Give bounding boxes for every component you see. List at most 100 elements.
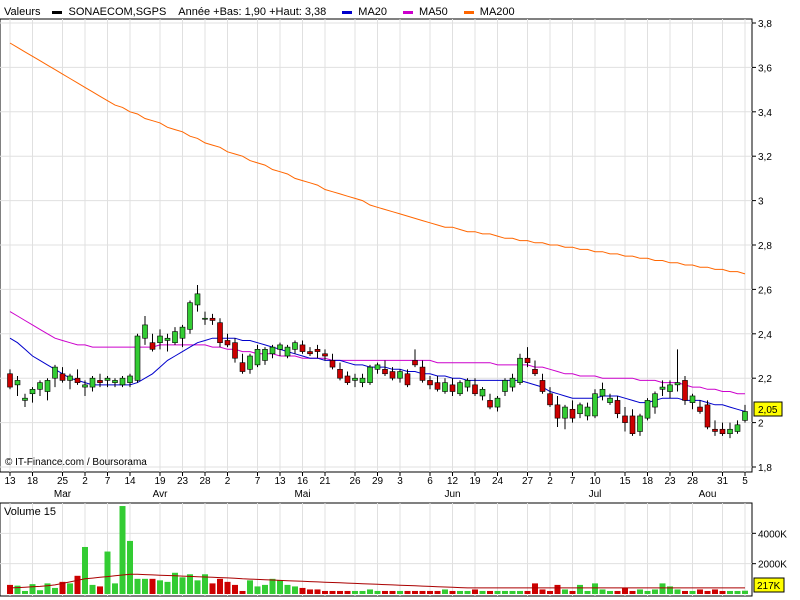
volume-bar: [7, 584, 13, 594]
candle-body: [232, 342, 238, 359]
last-price-marker: 2,05: [753, 401, 783, 417]
x-tick-label: 16: [297, 476, 309, 487]
volume-bar: [314, 589, 321, 594]
candle-body: [539, 380, 546, 392]
volume-bar: [134, 578, 141, 594]
volume-bar: [539, 589, 546, 594]
candle-body: [442, 382, 448, 392]
volume-bar: [14, 585, 21, 594]
candle-body: [472, 384, 478, 395]
candle-body: [104, 377, 111, 381]
candle-body: [277, 344, 283, 350]
candle-body: [37, 382, 43, 390]
volume-bar: [494, 590, 501, 594]
candle-body: [22, 397, 28, 401]
candle-body: [7, 373, 13, 388]
volume-bar: [269, 578, 276, 594]
volume-bar: [367, 589, 373, 594]
volume-bar: [337, 590, 343, 594]
month-label: Aou: [699, 489, 717, 500]
candle-body: [329, 360, 336, 368]
candle-body: [704, 404, 711, 428]
candle-body: [494, 397, 501, 408]
volume-bar: [284, 584, 291, 594]
x-tick-label: 3: [397, 476, 403, 487]
volume-bar: [209, 583, 216, 594]
volume-bar: [217, 578, 223, 594]
volume-bar: [142, 578, 148, 594]
x-tick-label: 12: [447, 476, 459, 487]
volume-bar: [547, 590, 553, 594]
price-y-tick-label: 2,2: [758, 374, 772, 385]
candle-body: [734, 424, 741, 432]
volume-last-label: 217K: [757, 581, 781, 592]
volume-bar: [674, 589, 681, 594]
x-tick-label: 18: [27, 476, 39, 487]
volume-bar: [599, 589, 606, 594]
candle-body: [172, 331, 178, 343]
candle-body: [599, 388, 606, 397]
volume-bar: [262, 584, 268, 594]
volume-bar: [622, 587, 628, 594]
volume-bar: [359, 590, 366, 594]
x-tick-label: 5: [742, 476, 748, 487]
month-label: Mai: [294, 489, 310, 500]
x-tick-label: 19: [469, 476, 481, 487]
x-tick-label: 2: [547, 476, 553, 487]
x-tick-label: 28: [199, 476, 211, 487]
candle-body: [637, 415, 643, 432]
volume-bar: [457, 590, 463, 594]
volume-bar: [517, 590, 523, 594]
candle-body: [449, 384, 456, 392]
volume-bar: [644, 590, 651, 594]
candle-body: [82, 384, 88, 388]
candle-body: [224, 340, 231, 346]
volume-bar: [299, 587, 306, 594]
candle-body: [359, 377, 366, 383]
x-tick-label: 14: [124, 476, 136, 487]
candle-body: [112, 380, 118, 383]
volume-bar: [562, 589, 568, 594]
candle-body: [179, 326, 186, 339]
volume-bar: [697, 589, 703, 594]
volume-bar: [727, 590, 733, 594]
candle-body: [97, 380, 103, 383]
x-axis: 13 18 25 2 7 14 19 23 28 2 7 13 16 21 26 29 3 6 12 19 24 27 2 7…: [4, 472, 748, 500]
price-y-tick-label: 2,8: [758, 241, 772, 252]
candle-body: [164, 337, 171, 341]
volume-bar: [442, 589, 448, 594]
volume-bar: [659, 583, 666, 594]
candle-body: [194, 293, 201, 306]
volume-bar: [397, 590, 403, 594]
price-y-tick-label: 3,2: [758, 152, 772, 163]
candle-body: [262, 349, 268, 361]
volume-bar: [247, 580, 253, 594]
volume-bar: [37, 590, 43, 594]
candle-body: [254, 349, 261, 366]
candle-body: [547, 393, 553, 406]
candle-body: [427, 380, 433, 386]
price-y-tick-label: 3,6: [758, 63, 772, 74]
volume-bar: [127, 540, 133, 594]
volume-bar: [254, 586, 261, 594]
candle-body: [322, 353, 328, 357]
candle-body: [299, 344, 306, 352]
x-tick-label: 18: [642, 476, 654, 487]
volume-bar: [74, 575, 81, 594]
volume-bar: [607, 590, 613, 594]
x-tick-label: 7: [105, 476, 111, 487]
candle-body: [134, 335, 141, 381]
volume-bar: [352, 590, 358, 594]
candle-body: [412, 360, 418, 366]
volume-bar: [187, 574, 193, 594]
volume-bar: [374, 590, 381, 594]
price-y-tick-label: 3,8: [758, 19, 772, 30]
candle-body: [217, 322, 223, 343]
price-y-tick-label: 2,6: [758, 285, 772, 296]
volume-bar: [427, 590, 433, 594]
candle-body: [592, 393, 598, 417]
candle-body: [697, 406, 703, 412]
x-tick-label: 29: [372, 476, 384, 487]
volume-bar: [524, 590, 531, 594]
volume-bar: [502, 590, 508, 594]
